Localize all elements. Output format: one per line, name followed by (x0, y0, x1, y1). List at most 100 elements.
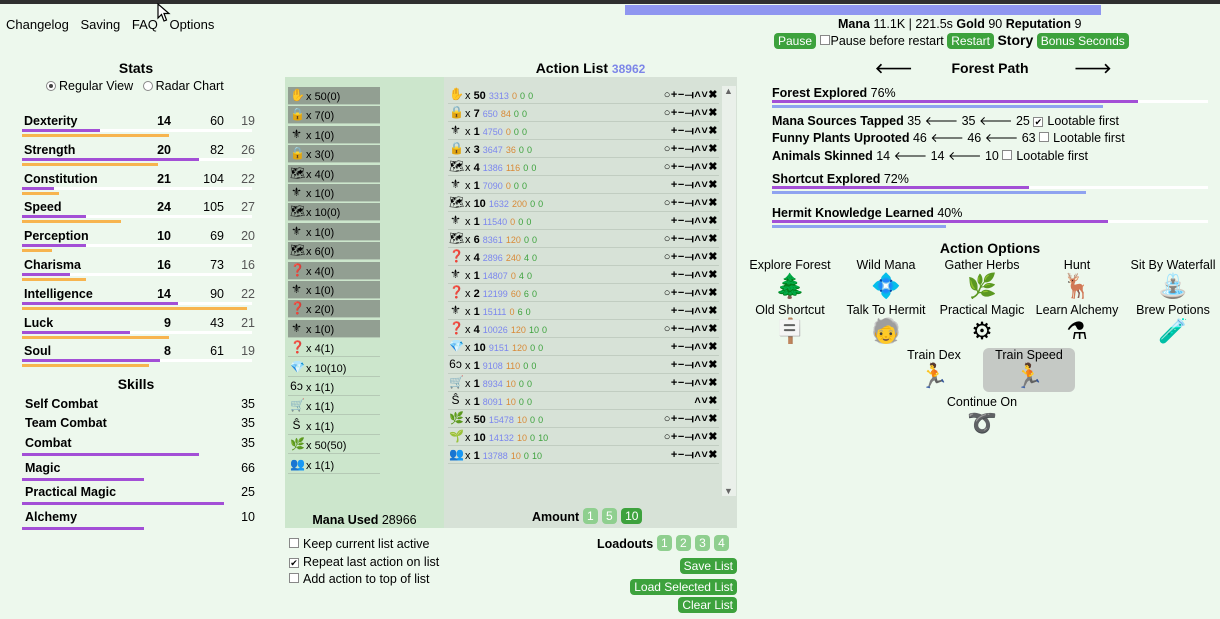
next-list-item[interactable]: ❓ x 4(1) (288, 339, 380, 358)
action-option-brew-potions[interactable]: Brew Potions 🧪 (1125, 303, 1220, 347)
increase-icon[interactable]: + (671, 341, 677, 353)
remove-icon[interactable]: ✖ (708, 251, 717, 263)
remove-icon[interactable]: ✖ (708, 449, 717, 461)
move-up-icon[interactable]: ˄ (694, 197, 700, 209)
current-list-item[interactable]: 👥 x 1 13788 10 0 10 +−⟞˄˅✖ (448, 446, 719, 464)
increase-icon[interactable]: + (671, 251, 677, 263)
load-selected-list-button[interactable]: Load Selected List (630, 579, 737, 595)
split-icon[interactable]: ⟞ (685, 449, 694, 461)
current-list-item[interactable]: 💎 x 10 9151 120 0 0 +−⟞˄˅✖ (448, 338, 719, 356)
increase-icon[interactable]: + (671, 431, 677, 443)
current-list-item[interactable]: ⚜ x 1 15111 0 6 0 +−⟞˄˅✖ (448, 302, 719, 320)
split-icon[interactable]: ⟞ (685, 143, 694, 155)
capped-circle-icon[interactable]: ○ (664, 413, 671, 425)
increase-icon[interactable]: + (671, 89, 677, 101)
decrease-icon[interactable]: − (678, 377, 684, 389)
action-option-old-shortcut[interactable]: Old Shortcut 🪧 (742, 303, 838, 347)
move-up-icon[interactable]: ˄ (694, 107, 700, 119)
capped-circle-icon[interactable]: ○ (664, 197, 671, 209)
checkbox-icon[interactable] (289, 573, 299, 583)
next-list-item[interactable]: 6ɔ x 1(1) (288, 378, 380, 396)
current-list-item[interactable]: ⚜ x 1 14807 0 4 0 +−⟞˄˅✖ (448, 266, 719, 284)
remove-icon[interactable]: ✖ (708, 269, 717, 281)
next-town-arrow-icon[interactable]: 🡒 (1074, 60, 1112, 77)
current-list-item[interactable]: 🌱 x 10 14132 10 0 10 ○+−⟞˄˅✖ (448, 428, 719, 446)
current-list-item[interactable]: 🔒 x 7 650 84 0 0 ○+−⟞˄˅✖ (448, 104, 719, 122)
current-list-item[interactable]: 🗺 x 10 1632 200 0 0 ○+−⟞˄˅✖ (448, 194, 719, 212)
radar-chart-option[interactable]: Radar Chart (142, 79, 224, 93)
move-down-icon[interactable]: ˅ (701, 179, 707, 191)
remove-icon[interactable]: ✖ (708, 287, 717, 299)
next-list-item[interactable]: ⚜ x 1(0) (288, 184, 380, 202)
add-to-top-option[interactable]: Add action to top of list (289, 572, 429, 586)
next-list-item[interactable]: ⚜ x 1(0) (288, 281, 380, 299)
split-icon[interactable]: ⟞ (685, 107, 694, 119)
remove-icon[interactable]: ✖ (708, 107, 717, 119)
next-list-item[interactable]: 💎 x 10(10) (288, 359, 380, 377)
action-option-talk-to-hermit[interactable]: Talk To Hermit 🧓 (838, 303, 934, 347)
decrease-icon[interactable]: − (678, 125, 684, 137)
move-up-icon[interactable]: ˄ (694, 377, 700, 389)
split-icon[interactable]: ⟞ (685, 359, 694, 371)
move-up-icon[interactable]: ˄ (694, 395, 700, 407)
increase-icon[interactable]: + (671, 377, 677, 389)
story-link[interactable]: Story (997, 32, 1033, 48)
current-list-item[interactable]: 🌿 x 50 15478 10 0 0 ○+−⟞˄˅✖ (448, 410, 719, 428)
decrease-icon[interactable]: − (678, 359, 684, 371)
action-option-continue-on[interactable]: Continue On ➰ (934, 395, 1030, 439)
current-list-item[interactable]: ❓ x 4 10026 120 10 0 ○+−⟞˄˅✖ (448, 320, 719, 338)
current-list-item[interactable]: 🛒 x 1 8934 10 0 0 +−⟞˄˅✖ (448, 374, 719, 392)
move-down-icon[interactable]: ˅ (701, 269, 707, 281)
next-list-item[interactable]: 🗺 x 6(0) (288, 242, 380, 261)
capped-circle-icon[interactable]: ○ (664, 323, 671, 335)
move-up-icon[interactable]: ˄ (694, 179, 700, 191)
decrease-icon[interactable]: − (678, 233, 684, 245)
move-up-icon[interactable]: ˄ (694, 287, 700, 299)
decrease-icon[interactable]: − (678, 251, 684, 263)
next-list-item[interactable]: ⚜ x 1(0) (288, 125, 380, 144)
move-up-icon[interactable]: ˄ (694, 431, 700, 443)
remove-icon[interactable]: ✖ (708, 215, 717, 227)
split-icon[interactable]: ⟞ (685, 233, 694, 245)
increase-icon[interactable]: + (671, 323, 677, 335)
increase-icon[interactable]: + (671, 197, 677, 209)
checkbox-icon[interactable] (1002, 149, 1013, 160)
decrease-icon[interactable]: − (678, 449, 684, 461)
increase-icon[interactable]: + (671, 125, 677, 137)
loadout-3-button[interactable]: 3 (695, 535, 710, 551)
move-up-icon[interactable]: ˄ (694, 413, 700, 425)
scroll-up-icon[interactable]: ▲ (724, 86, 733, 96)
remove-icon[interactable]: ✖ (708, 413, 717, 425)
pause-button[interactable]: Pause (774, 33, 817, 49)
decrease-icon[interactable]: − (678, 197, 684, 209)
current-list-item[interactable]: ❓ x 4 2896 240 4 0 ○+−⟞˄˅✖ (448, 248, 719, 266)
current-list-item[interactable]: 🗺 x 4 1386 116 0 0 ○+−⟞˄˅✖ (448, 158, 719, 176)
clear-list-button[interactable]: Clear List (678, 597, 737, 613)
remove-icon[interactable]: ✖ (708, 377, 717, 389)
increase-icon[interactable]: + (671, 143, 677, 155)
split-icon[interactable]: ⟞ (685, 269, 694, 281)
current-list-item[interactable]: ❓ x 2 12199 60 6 0 ○+−⟞˄˅✖ (448, 284, 719, 302)
next-list-item[interactable]: Ŝx 1(1) (288, 417, 380, 435)
decrease-icon[interactable]: − (678, 431, 684, 443)
move-up-icon[interactable]: ˄ (694, 305, 700, 317)
current-list-item[interactable]: ✋ x 50 3313 0 0 0 ○+−⟞˄˅✖ (448, 86, 719, 104)
move-up-icon[interactable]: ˄ (694, 323, 700, 335)
move-down-icon[interactable]: ˅ (701, 143, 707, 155)
decrease-icon[interactable]: − (678, 287, 684, 299)
decrease-icon[interactable]: − (678, 215, 684, 227)
menu-saving[interactable]: Saving (81, 17, 121, 32)
split-icon[interactable]: ⟞ (685, 323, 694, 335)
move-down-icon[interactable]: ˅ (701, 287, 707, 299)
checkbox-icon[interactable] (1039, 132, 1050, 143)
action-option-train-speed[interactable]: Train Speed 🏃 (983, 348, 1075, 392)
decrease-icon[interactable]: − (678, 179, 684, 191)
move-up-icon[interactable]: ˄ (694, 125, 700, 137)
split-icon[interactable]: ⟞ (685, 287, 694, 299)
next-list-item[interactable]: 👥 x 1(1) (288, 456, 380, 474)
increase-icon[interactable]: + (671, 161, 677, 173)
checkbox-checked-icon[interactable]: ✔ (1033, 117, 1044, 127)
scroll-down-icon[interactable]: ▼ (724, 486, 733, 496)
decrease-icon[interactable]: − (678, 305, 684, 317)
move-down-icon[interactable]: ˅ (701, 89, 707, 101)
